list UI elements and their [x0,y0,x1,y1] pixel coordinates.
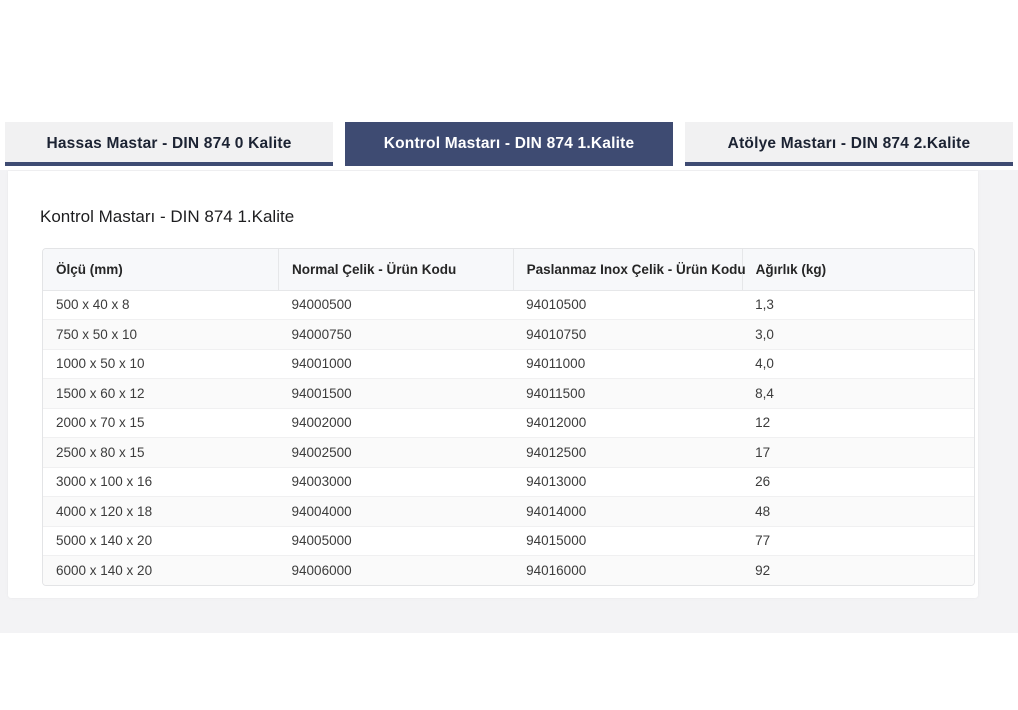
table-row: 750 x 50 x 10 94000750 94010750 3,0 [43,320,974,350]
table-row: 2000 x 70 x 15 94002000 94012000 12 [43,408,974,438]
table-row: 4000 x 120 x 18 94004000 94014000 48 [43,497,974,527]
tab-bar: Hassas Mastar - DIN 874 0 Kalite Kontrol… [5,122,1013,166]
product-table: Ölçü (mm) Normal Çelik - Ürün Kodu Pasla… [43,249,974,585]
column-header-agirlik: Ağırlık (kg) [742,249,974,290]
table-row: 1500 x 60 x 12 94001500 94011500 8,4 [43,379,974,409]
column-header-normal-celik: Normal Çelik - Ürün Kodu [279,249,514,290]
cell-olcu: 1000 x 50 x 10 [43,349,279,379]
cell-agirlik: 4,0 [742,349,974,379]
cell-olcu: 750 x 50 x 10 [43,320,279,350]
tab-content-section: Kontrol Mastarı - DIN 874 1.Kalite Ölçü … [0,170,1018,633]
cell-olcu: 5000 x 140 x 20 [43,526,279,556]
cell-olcu: 2500 x 80 x 15 [43,438,279,468]
product-table-frame: Ölçü (mm) Normal Çelik - Ürün Kodu Pasla… [42,248,975,586]
table-row: 1000 x 50 x 10 94001000 94011000 4,0 [43,349,974,379]
cell-normal-kod: 94002500 [279,438,514,468]
cell-olcu: 4000 x 120 x 18 [43,497,279,527]
tab-kontrol-mastari[interactable]: Kontrol Mastarı - DIN 874 1.Kalite [345,122,673,166]
cell-inox-kod: 94012000 [513,408,742,438]
cell-agirlik: 77 [742,526,974,556]
cell-normal-kod: 94003000 [279,467,514,497]
cell-inox-kod: 94011000 [513,349,742,379]
cell-normal-kod: 94001500 [279,379,514,409]
table-row: 5000 x 140 x 20 94005000 94015000 77 [43,526,974,556]
cell-agirlik: 17 [742,438,974,468]
cell-olcu: 2000 x 70 x 15 [43,408,279,438]
cell-normal-kod: 94000500 [279,290,514,320]
cell-inox-kod: 94014000 [513,497,742,527]
cell-olcu: 3000 x 100 x 16 [43,467,279,497]
cell-inox-kod: 94015000 [513,526,742,556]
content-card: Kontrol Mastarı - DIN 874 1.Kalite Ölçü … [8,171,978,598]
tab-atolye-mastari[interactable]: Atölye Mastarı - DIN 874 2.Kalite [685,122,1013,166]
table-row: 2500 x 80 x 15 94002500 94012500 17 [43,438,974,468]
cell-agirlik: 8,4 [742,379,974,409]
cell-normal-kod: 94000750 [279,320,514,350]
cell-normal-kod: 94006000 [279,556,514,586]
cell-agirlik: 26 [742,467,974,497]
cell-normal-kod: 94002000 [279,408,514,438]
cell-inox-kod: 94013000 [513,467,742,497]
panel-title: Kontrol Mastarı - DIN 874 1.Kalite [40,207,294,227]
table-row: 6000 x 140 x 20 94006000 94016000 92 [43,556,974,586]
cell-olcu: 6000 x 140 x 20 [43,556,279,586]
cell-agirlik: 92 [742,556,974,586]
cell-normal-kod: 94005000 [279,526,514,556]
cell-inox-kod: 94010750 [513,320,742,350]
column-header-paslanmaz-celik: Paslanmaz Inox Çelik - Ürün Kodu [513,249,742,290]
table-header-row: Ölçü (mm) Normal Çelik - Ürün Kodu Pasla… [43,249,974,290]
cell-normal-kod: 94001000 [279,349,514,379]
cell-olcu: 1500 x 60 x 12 [43,379,279,409]
cell-inox-kod: 94011500 [513,379,742,409]
cell-agirlik: 3,0 [742,320,974,350]
cell-inox-kod: 94016000 [513,556,742,586]
table-row: 500 x 40 x 8 94000500 94010500 1,3 [43,290,974,320]
cell-olcu: 500 x 40 x 8 [43,290,279,320]
cell-agirlik: 1,3 [742,290,974,320]
cell-agirlik: 48 [742,497,974,527]
cell-inox-kod: 94012500 [513,438,742,468]
cell-agirlik: 12 [742,408,974,438]
column-header-olcu: Ölçü (mm) [43,249,279,290]
cell-normal-kod: 94004000 [279,497,514,527]
tab-hassas-mastar[interactable]: Hassas Mastar - DIN 874 0 Kalite [5,122,333,166]
table-row: 3000 x 100 x 16 94003000 94013000 26 [43,467,974,497]
cell-inox-kod: 94010500 [513,290,742,320]
